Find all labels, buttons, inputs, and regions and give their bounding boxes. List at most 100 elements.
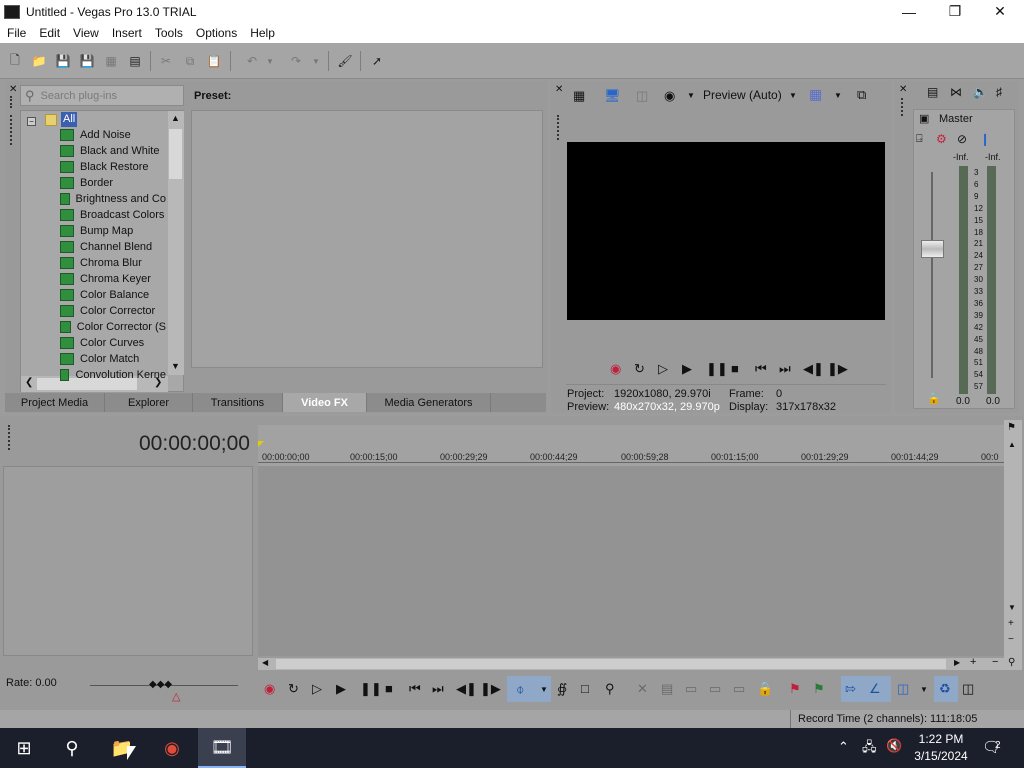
trim-icon[interactable]: ▤ <box>661 681 673 697</box>
tab-project-media[interactable]: Project Media <box>5 393 105 412</box>
record-icon[interactable]: ◉ <box>610 361 621 377</box>
plugin-item[interactable]: Convolution Kerne <box>60 367 166 383</box>
copy-snapshot-icon[interactable]: ⧉ <box>857 87 866 103</box>
search-plugins-field[interactable]: ⚲ Search plug-ins <box>20 85 184 106</box>
plugin-item[interactable]: Color Curves <box>60 335 166 351</box>
plugin-item[interactable]: Black and White <box>60 143 166 159</box>
scroll-right-icon[interactable]: ▶ <box>954 658 960 667</box>
auto-ripple-icon[interactable]: ◫ <box>897 681 909 697</box>
timeline-tracks[interactable] <box>258 466 1004 656</box>
scrollbar-thumb[interactable] <box>169 129 182 179</box>
timecode-display[interactable]: 00:00:00;00 <box>139 432 250 456</box>
menu-edit[interactable]: Edit <box>32 26 66 40</box>
clock-time[interactable]: 1:22 PM <box>914 732 968 746</box>
cursor-marker-icon[interactable] <box>258 441 264 447</box>
previous-frame-icon[interactable]: ◀❚ <box>803 361 824 377</box>
preview-mode-dropdown-icon[interactable]: ▼ <box>789 91 797 100</box>
insert-region-icon[interactable]: ⚑ <box>813 681 825 697</box>
dock-grip[interactable] <box>8 425 11 450</box>
pause-icon[interactable]: ❚❚ <box>360 681 382 697</box>
preview-quality-dropdown-icon[interactable]: ▼ <box>687 91 695 100</box>
split-icon[interactable]: ▭ <box>733 681 745 697</box>
loop-playback-icon[interactable]: ↻ <box>634 361 645 377</box>
pause-icon[interactable]: ❚❚ <box>706 361 728 377</box>
auto-ripple-dropdown-icon[interactable]: ▼ <box>920 685 928 694</box>
properties-icon[interactable]: ▤ <box>127 53 143 69</box>
search-icon[interactable]: ⚲ <box>48 728 96 768</box>
speaker-icon[interactable]: 🔈 <box>973 85 988 99</box>
close-preview-icon[interactable]: ✕ <box>555 84 563 95</box>
mixer-downmix-icon[interactable]: ⋈ <box>950 85 962 99</box>
close-dock-icon[interactable]: ✕ <box>9 84 17 95</box>
plugin-item[interactable]: Black Restore <box>60 159 166 175</box>
play-from-start-icon[interactable]: ▷ <box>658 361 668 377</box>
play-icon[interactable]: ▶ <box>682 361 692 377</box>
save-as-icon[interactable]: 💾 <box>79 53 95 69</box>
dock-grip[interactable] <box>901 98 904 116</box>
auto-crossfade-icon[interactable]: ∠ <box>869 681 881 697</box>
volume-fader-handle[interactable] <box>921 240 944 258</box>
volume-muted-icon[interactable]: 🔇 <box>886 738 902 754</box>
scrollbar-thumb[interactable] <box>276 659 946 669</box>
network-icon[interactable]: 🖧 <box>862 738 877 760</box>
minimize-button[interactable]: — <box>886 0 932 23</box>
go-to-start-icon[interactable]: ⏮ <box>409 681 421 697</box>
tab-media-generators[interactable]: Media Generators <box>367 393 491 412</box>
go-to-end-icon[interactable]: ⏭ <box>432 681 444 697</box>
plugin-item[interactable]: Chroma Keyer <box>60 271 166 287</box>
cut-icon[interactable]: ✂ <box>158 53 174 69</box>
stop-icon[interactable]: ■ <box>385 681 393 696</box>
open-folder-icon[interactable]: 📁 <box>31 53 47 69</box>
track-list-area[interactable] <box>3 466 253 656</box>
plugin-item[interactable]: Add Noise <box>60 127 166 143</box>
tab-video-fx[interactable]: Video FX <box>283 393 367 412</box>
zoom-out-vertical-icon[interactable]: − <box>1008 634 1014 645</box>
menu-file[interactable]: File <box>0 26 32 40</box>
enable-snapping-icon[interactable]: ⇰ <box>845 681 856 697</box>
render-as-icon[interactable]: ▦ <box>103 53 119 69</box>
show-hidden-icons-icon[interactable]: ⌃ <box>838 739 849 755</box>
next-frame-icon[interactable]: ❚▶ <box>480 681 501 697</box>
play-from-start-icon[interactable]: ▷ <box>312 681 322 697</box>
clock-date[interactable]: 3/15/2024 <box>910 749 972 763</box>
external-monitor-icon[interactable]: 🖥 <box>604 88 621 104</box>
insert-fx-icon[interactable]: ⍈ <box>916 133 923 146</box>
selection-edit-tool-icon[interactable]: □ <box>581 681 589 696</box>
edit-tool-dropdown-icon[interactable]: ▼ <box>540 685 548 694</box>
lock-events-icon[interactable]: 🔒 <box>757 681 773 697</box>
rate-slider-handle[interactable]: ◆◆◆ <box>149 679 172 690</box>
preview-mode-select[interactable]: Preview (Auto) <box>703 88 782 102</box>
zoom-out-time-icon[interactable]: − <box>992 656 998 668</box>
menu-options[interactable]: Options <box>189 26 243 40</box>
undo-dropdown-icon[interactable]: ▼ <box>262 53 278 69</box>
split-screen-icon[interactable]: ◫ <box>636 88 648 104</box>
restore-button[interactable]: ❐ <box>932 0 978 23</box>
zoom-tool-icon[interactable]: ⚲ <box>1008 657 1015 668</box>
video-output-fx-icon[interactable]: ▦ <box>573 88 585 104</box>
mixer-settings-icon[interactable]: ♯ <box>996 85 1002 99</box>
copy-icon[interactable]: ⧉ <box>182 53 198 69</box>
plugin-item[interactable]: Broadcast Colors <box>60 207 166 223</box>
save-icon[interactable]: 💾 <box>55 53 71 69</box>
overlays-dropdown-icon[interactable]: ▼ <box>834 91 842 100</box>
dock-grip[interactable] <box>10 115 13 145</box>
paste-icon[interactable]: 📋 <box>206 53 222 69</box>
plugin-item[interactable]: Bump Map <box>60 223 166 239</box>
envelope-edit-tool-icon[interactable]: ∯ <box>557 681 567 697</box>
close-button[interactable]: ✕ <box>977 0 1023 23</box>
tab-explorer[interactable]: Explorer <box>105 393 193 412</box>
ignore-grouping-icon[interactable]: ◫ <box>962 681 974 697</box>
plugin-item[interactable]: Color Match <box>60 351 166 367</box>
undo-icon[interactable]: ↶ <box>244 53 260 69</box>
next-frame-icon[interactable]: ❚▶ <box>827 361 848 377</box>
scroll-down-icon[interactable]: ▼ <box>1008 603 1016 612</box>
record-icon[interactable]: ◉ <box>264 681 275 697</box>
enable-snapping-icon[interactable]: 🖌 <box>337 53 353 69</box>
windows-start-icon[interactable]: ⊞ <box>0 728 48 768</box>
timeline-vertical-scrollbar[interactable]: ⚑ ▲ ▼ + − <box>1004 420 1022 658</box>
master-fx-icon[interactable]: ⚙ <box>936 132 947 146</box>
tab-transitions[interactable]: Transitions <box>193 393 283 412</box>
plugin-item[interactable]: Brightness and Co <box>60 191 166 207</box>
overlays-grid-icon[interactable]: ▦ <box>809 86 822 103</box>
new-file-icon[interactable]: 🗋 <box>7 53 23 69</box>
